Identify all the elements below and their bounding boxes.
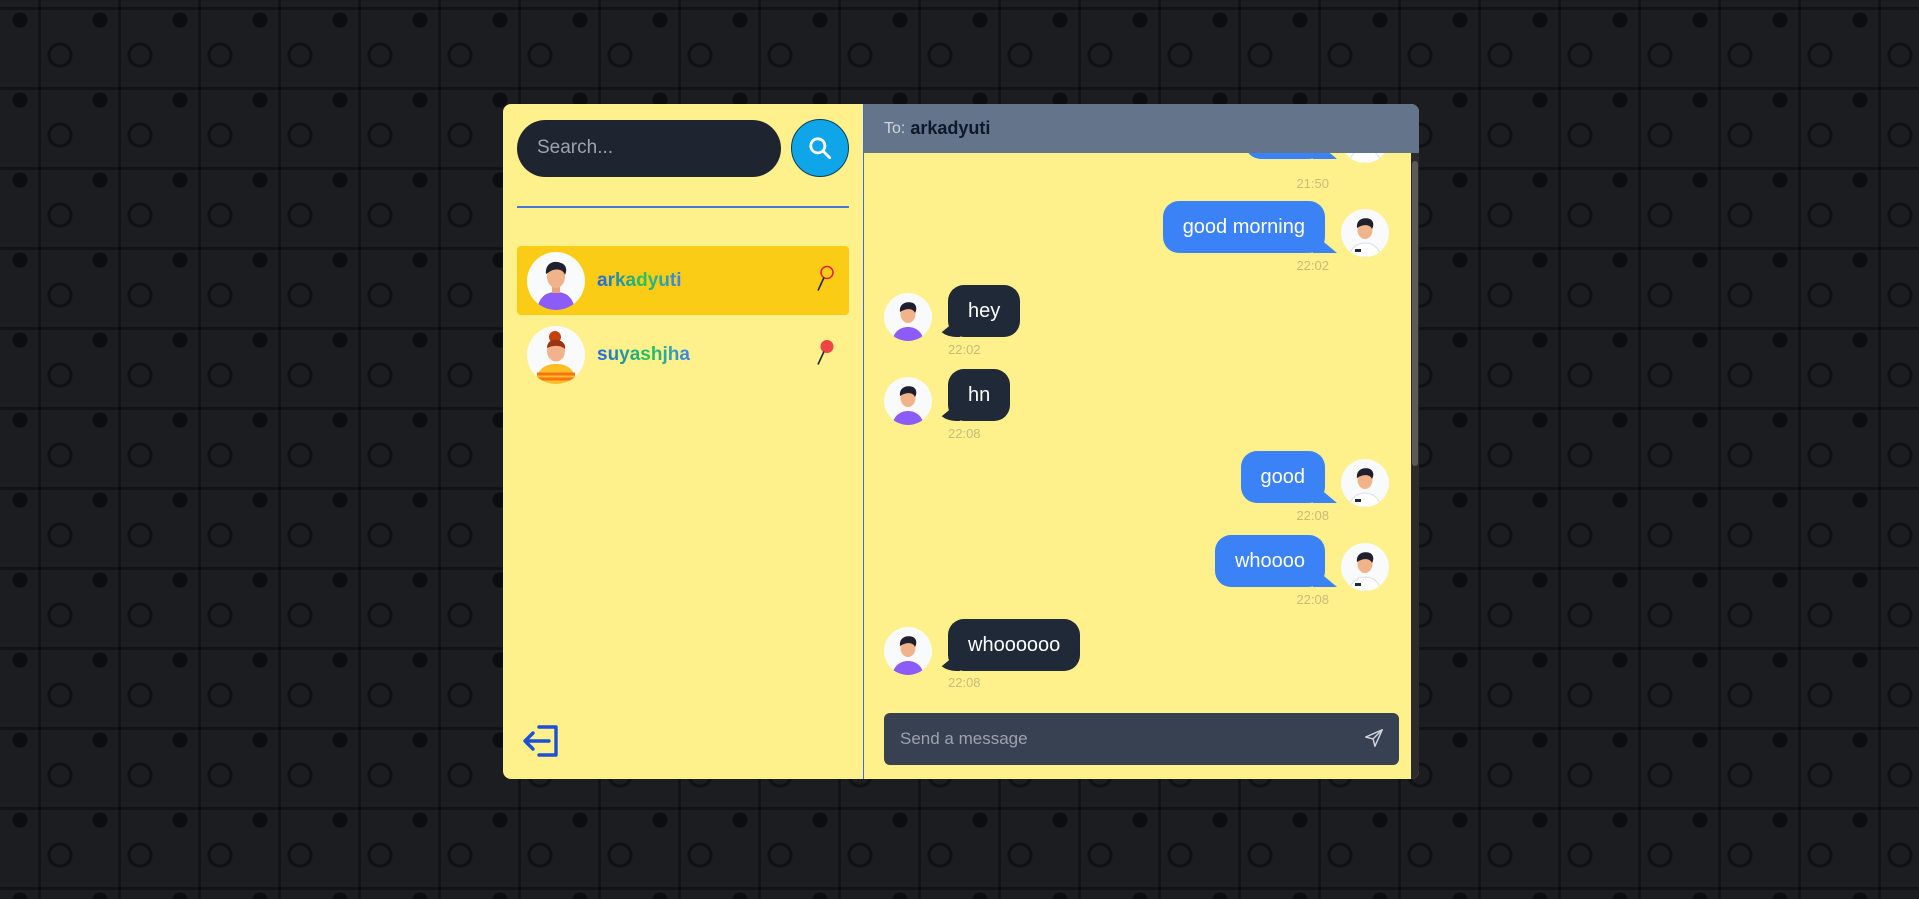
search-input[interactable] xyxy=(517,119,781,177)
recipient-name: arkadyuti xyxy=(910,118,991,138)
avatar xyxy=(1341,209,1389,257)
message-scrollbar[interactable] xyxy=(1411,153,1419,779)
message-input[interactable] xyxy=(898,728,1363,750)
message-time: 22:02 xyxy=(1296,258,1329,273)
message-bubble: good xyxy=(1240,451,1325,503)
message-time: 21:50 xyxy=(1296,176,1329,191)
message-incoming: hey xyxy=(884,285,1021,341)
message-time: 22:08 xyxy=(1296,508,1329,523)
conversation-name: arkadyuti xyxy=(597,269,682,291)
message-outgoing: whoooo xyxy=(1214,535,1389,591)
send-button[interactable] xyxy=(1363,727,1385,752)
message-bubble: whoooooo xyxy=(948,619,1081,671)
search-icon xyxy=(809,137,832,160)
pin-red-icon xyxy=(815,338,835,371)
pin-outline-icon xyxy=(815,264,835,297)
message-time: 22:08 xyxy=(948,426,981,441)
send-icon xyxy=(1365,728,1383,747)
to-label: To: xyxy=(884,119,906,137)
avatar xyxy=(884,293,932,341)
conversation-list: arkadyuti suyashjha xyxy=(517,246,849,389)
message-composer xyxy=(884,713,1399,765)
conversation-name: suyashjha xyxy=(597,343,690,365)
message-bubble: good morning xyxy=(1162,201,1325,253)
chat-app-window: arkadyuti xyxy=(503,104,1419,779)
sidebar-divider xyxy=(517,206,849,208)
avatar xyxy=(1341,153,1389,163)
search-bar xyxy=(517,119,849,177)
logout-icon xyxy=(523,725,558,757)
message-incoming: hn xyxy=(884,369,1011,425)
logout-button[interactable] xyxy=(521,721,563,761)
conversation-item-arkadyuti[interactable]: arkadyuti xyxy=(517,246,849,315)
message-time: 22:08 xyxy=(1296,592,1329,607)
chat-header: To: arkadyuti xyxy=(864,104,1419,153)
avatar xyxy=(527,325,585,384)
avatar xyxy=(527,251,585,310)
avatar xyxy=(884,627,932,675)
message-time: 22:08 xyxy=(948,675,981,690)
search-button[interactable] xyxy=(791,119,849,177)
message-outgoing: good morning xyxy=(1162,201,1389,257)
message-time: 22:02 xyxy=(948,342,981,357)
chat-panel: To: arkadyuti 21:50 good morning 22:02 h… xyxy=(864,104,1419,779)
avatar xyxy=(884,377,932,425)
message-bubble: hey xyxy=(948,285,1021,337)
conversation-item-suyashjha[interactable]: suyashjha xyxy=(517,320,849,389)
avatar xyxy=(1341,543,1389,591)
scrollbar-thumb[interactable] xyxy=(1412,161,1418,466)
sidebar: arkadyuti xyxy=(503,104,864,779)
message-bubble: hn xyxy=(948,369,1011,421)
message-outgoing xyxy=(1245,153,1389,163)
message-list[interactable]: 21:50 good morning 22:02 hey 22:02 hn 22… xyxy=(864,153,1419,779)
message-incoming: whoooooo xyxy=(884,619,1081,675)
avatar xyxy=(1341,459,1389,507)
message-outgoing: good xyxy=(1240,451,1389,507)
message-bubble xyxy=(1245,153,1325,159)
message-bubble: whoooo xyxy=(1214,535,1325,587)
